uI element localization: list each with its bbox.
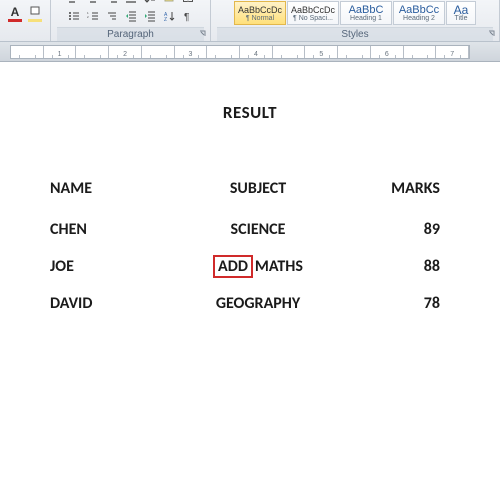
style-preview: AaBbCc [399, 5, 439, 15]
style-label: Title [455, 15, 468, 22]
style-title[interactable]: Aa Title [446, 1, 476, 25]
ruler-tick [76, 46, 109, 58]
table-row: CHEN SCIENCE 89 [50, 212, 450, 247]
shading-para-button[interactable] [160, 0, 178, 6]
header-subject: SUBJECT [178, 171, 338, 212]
page-title: RESULT [50, 102, 450, 123]
svg-text:2: 2 [87, 15, 89, 19]
ruler-tick: 4 [240, 46, 273, 58]
line-spacing-button[interactable] [141, 0, 159, 6]
highlighted-text: ADD [213, 255, 253, 278]
style-label: ¶ Normal [246, 15, 274, 22]
numbering-button[interactable]: 12 [84, 7, 102, 25]
cell-name: JOE [50, 247, 178, 286]
font-group-partial: A x [0, 0, 51, 41]
ruler-tick: 2 [109, 46, 142, 58]
paragraph-dialog-launcher[interactable] [198, 29, 208, 39]
align-right-button[interactable] [103, 0, 121, 6]
cell-name: CHEN [50, 212, 178, 247]
ruler-tick [338, 46, 371, 58]
style-no-spacing[interactable]: AaBbCcDc ¶ No Spaci... [287, 1, 339, 25]
ruler-tick: 1 [44, 46, 77, 58]
document-page[interactable]: RESULT NAME SUBJECT MARKS CHEN SCIENCE 8… [0, 62, 500, 500]
cell-subject: SCIENCE [178, 212, 338, 247]
style-heading1[interactable]: AaBbC Heading 1 [340, 1, 392, 25]
ruler-tick: 5 [305, 46, 338, 58]
bullets-button[interactable] [65, 7, 83, 25]
styles-label: Styles [217, 27, 493, 41]
ruler-tick [273, 46, 306, 58]
ruler-tick: 3 [175, 46, 208, 58]
table-header-row: NAME SUBJECT MARKS [50, 171, 450, 212]
paragraph-label: Paragraph [57, 27, 204, 41]
multilevel-button[interactable] [103, 7, 121, 25]
style-heading2[interactable]: AaBbCc Heading 2 [393, 1, 445, 25]
ruler-tick: 7 [436, 46, 469, 58]
ruler-area: 1 2 3 4 5 6 7 [0, 42, 500, 62]
svg-text:Z: Z [164, 17, 167, 22]
ruler-tick [207, 46, 240, 58]
style-normal[interactable]: AaBbCcDc ¶ Normal [234, 1, 286, 25]
ruler-tick [404, 46, 437, 58]
result-table: NAME SUBJECT MARKS CHEN SCIENCE 89 JOE A… [50, 171, 450, 321]
cell-marks: 89 [338, 212, 450, 247]
borders-button[interactable] [179, 0, 197, 6]
decrease-indent-button[interactable] [122, 7, 140, 25]
font-color-button[interactable]: A [6, 5, 24, 23]
cell-subject: ADDMATHS [178, 247, 338, 286]
header-marks: MARKS [338, 171, 450, 212]
style-preview: AaBbCcDc [291, 5, 335, 15]
align-justify-button[interactable] [122, 0, 140, 6]
style-preview: AaBbCcDc [238, 5, 282, 15]
cell-subject-rest: MATHS [255, 257, 303, 276]
increase-indent-button[interactable] [141, 7, 159, 25]
style-preview: AaBbC [349, 5, 384, 15]
cell-subject: GEOGRAPHY [178, 286, 338, 321]
cell-name: DAVID [50, 286, 178, 321]
ruler-tick: 6 [371, 46, 404, 58]
style-label: ¶ No Spaci... [293, 15, 333, 22]
cell-marks: 88 [338, 247, 450, 286]
style-label: Heading 1 [350, 15, 382, 22]
style-preview: Aa [454, 5, 469, 15]
table-row: DAVID GEOGRAPHY 78 [50, 286, 450, 321]
style-label: Heading 2 [403, 15, 435, 22]
ruler-tick [11, 46, 44, 58]
styles-group: AaBbCcDc ¶ Normal AaBbCcDc ¶ No Spaci...… [211, 0, 500, 41]
styles-dialog-launcher[interactable] [487, 29, 497, 39]
ruler-tick [142, 46, 175, 58]
shading-button[interactable] [26, 5, 44, 23]
sort-button[interactable]: AZ [160, 7, 178, 25]
table-row: JOE ADDMATHS 88 [50, 247, 450, 286]
align-center-button[interactable] [84, 0, 102, 6]
show-marks-button[interactable]: ¶ [179, 7, 197, 25]
paragraph-group: 12 AZ ¶ Paragraph [51, 0, 211, 41]
horizontal-ruler[interactable]: 1 2 3 4 5 6 7 [10, 45, 470, 59]
header-name: NAME [50, 171, 178, 212]
align-left-button[interactable] [65, 0, 83, 6]
cell-marks: 78 [338, 286, 450, 321]
svg-text:¶: ¶ [184, 12, 189, 22]
ribbon: A x 12 [0, 0, 500, 42]
